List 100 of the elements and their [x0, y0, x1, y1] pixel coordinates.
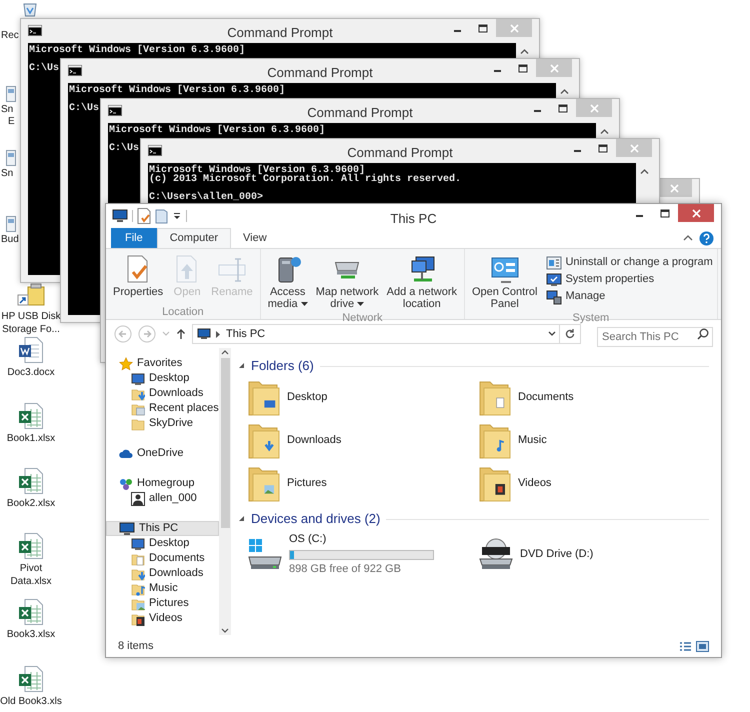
ribbon-button[interactable]: Properties [110, 254, 166, 298]
ribbon-small-button[interactable]: Manage [546, 288, 713, 305]
scrollbar[interactable] [219, 348, 231, 635]
minimize-icon [454, 30, 460, 32]
desktop-icon-label[interactable]: Sn [1, 104, 14, 116]
properties-icon[interactable] [137, 208, 151, 224]
console-prompt: C:\Users\allen_000> [149, 193, 264, 202]
ribbon-small-button[interactable]: Uninstall or change a program [546, 254, 713, 271]
breadcrumb-arrow-icon [216, 330, 221, 338]
close-icon [510, 24, 518, 32]
ribbon-tab[interactable]: File [111, 228, 157, 248]
folder-name[interactable]: Downloads [287, 432, 342, 449]
help-icon[interactable] [699, 230, 714, 246]
network-drive-icon [335, 262, 360, 279]
window-title: Command Prompt [226, 24, 334, 42]
console-icon [108, 105, 122, 116]
ribbon-small-button[interactable]: System properties [546, 271, 713, 288]
dvd-drive-icon [478, 537, 514, 571]
computer-management-icon [546, 288, 562, 304]
ribbon-group-label: Network [341, 311, 384, 325]
close-icon [550, 64, 558, 72]
folder-name[interactable]: Documents [518, 389, 574, 406]
large-icons-view-icon[interactable] [696, 640, 709, 652]
document-icon [19, 337, 43, 363]
folder-icon [131, 596, 145, 610]
nav-item[interactable]: allen_000 [106, 491, 219, 506]
nav-item[interactable]: SkyDrive [106, 416, 219, 431]
scroll-up-icon [560, 88, 568, 94]
nav-item[interactable]: Recent places [106, 401, 219, 416]
console-icon [28, 25, 42, 36]
ribbon-button[interactable]: Access media [264, 254, 311, 310]
program-list-icon [546, 254, 562, 270]
address-bar[interactable]: This PC [192, 324, 581, 344]
minimize-icon [574, 150, 580, 152]
ribbon-button[interactable]: Map network drive [312, 254, 382, 310]
desktop-icon-label[interactable]: Old Book3.xls [0, 695, 62, 708]
window-title: Command Prompt [306, 104, 414, 122]
nav-item[interactable]: Music [106, 581, 219, 596]
scroll-up-icon [600, 128, 608, 134]
computer-icon [119, 522, 135, 536]
nav-item[interactable]: This PC [106, 521, 219, 536]
console-prompt: C:\Us [69, 104, 100, 113]
up-arrow-icon[interactable] [176, 328, 186, 340]
folder-name[interactable]: Videos [518, 475, 552, 492]
desktop-icon-label[interactable]: Book3.xlsx [6, 628, 56, 641]
desktop-icon-label[interactable]: Book1.xlsx [6, 432, 56, 445]
user-icon [131, 492, 145, 506]
nav-item[interactable]: Downloads [106, 386, 219, 401]
breadcrumb-item[interactable]: This PC [226, 326, 266, 342]
scrollbar-thumb[interactable] [220, 358, 230, 528]
ribbon-button[interactable]: Add a network location [384, 254, 460, 310]
nav-item[interactable]: Videos [106, 611, 219, 626]
collapse-triangle-icon[interactable] [239, 363, 245, 369]
close-icon [630, 144, 638, 152]
nav-item[interactable]: Documents [106, 551, 219, 566]
desktop-icon-label[interactable]: Book2.xlsx [6, 497, 56, 510]
console-prompt: C:\Us [29, 64, 60, 73]
desktop-icon-label[interactable]: E [8, 116, 15, 128]
collapse-icon[interactable] [683, 234, 693, 242]
console-text: Microsoft Windows [Version 6.3.9600] [149, 166, 366, 175]
dropdown-icon[interactable] [172, 211, 182, 221]
details-view-icon[interactable] [679, 640, 692, 652]
computer-icon [197, 328, 211, 340]
group-header[interactable]: Folders (6) [251, 356, 314, 376]
console-icon [148, 145, 162, 156]
drive-name[interactable]: OS (C:) [289, 531, 434, 548]
folder-name[interactable]: Music [518, 432, 547, 449]
nav-item[interactable]: OneDrive [106, 446, 219, 461]
desktop-icon-label[interactable]: Sn [1, 168, 14, 180]
collapse-triangle-icon[interactable] [239, 516, 245, 522]
app-icon [6, 216, 16, 232]
window-title: This PC [389, 210, 438, 228]
nav-item[interactable]: Homegroup [106, 476, 219, 491]
desktop-icon-label[interactable]: Doc3.docx [7, 366, 55, 379]
desktop-icon-label[interactable]: Pivot Data.xlsx [10, 562, 52, 588]
recycle-bin-icon [22, 2, 38, 17]
maximize-icon [598, 144, 608, 152]
window-title: Command Prompt [346, 144, 454, 162]
nav-item[interactable]: Favorites [106, 356, 219, 371]
nav-item[interactable]: Pictures [106, 596, 219, 611]
group-header[interactable]: Devices and drives (2) [251, 509, 380, 529]
folder-icon [131, 582, 145, 596]
maximize-icon [518, 64, 528, 72]
ribbon-tab[interactable]: View [231, 228, 279, 248]
desktop-icon-label[interactable]: HP USB Disk Storage Fo... [1, 310, 61, 336]
drive-name[interactable]: DVD Drive (D:) [520, 546, 594, 562]
nav-item[interactable]: Desktop [106, 536, 219, 551]
search-field[interactable]: Search This PC [597, 327, 713, 347]
folder-name[interactable]: Pictures [287, 475, 327, 492]
ribbon-button[interactable]: Open Control Panel [469, 254, 540, 310]
desktop-icon-label[interactable]: Rec [1, 30, 19, 42]
ribbon-tab[interactable]: Computer [156, 228, 232, 248]
nav-item[interactable]: Downloads [106, 566, 219, 581]
folder-icon [131, 612, 145, 626]
nav-item[interactable]: Desktop [106, 371, 219, 386]
computer-icon[interactable] [112, 209, 128, 223]
close-button[interactable] [678, 204, 714, 222]
folder-name[interactable]: Desktop [287, 389, 328, 406]
desktop-icon-label[interactable]: Bud [1, 234, 19, 246]
close-icon [692, 208, 700, 218]
